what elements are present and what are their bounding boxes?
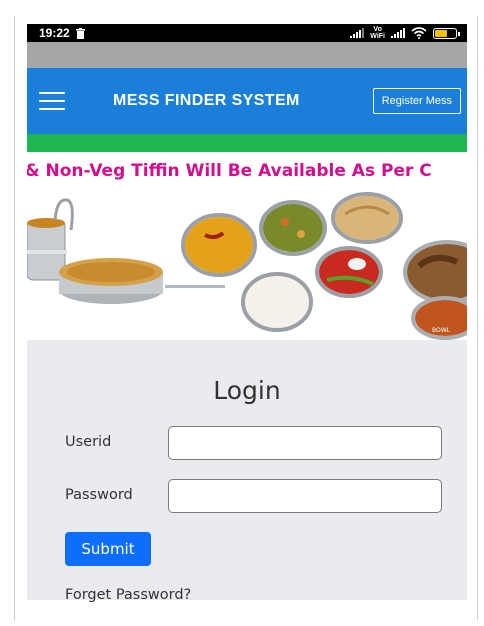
bowl-label: BOWL bbox=[432, 327, 451, 334]
status-left: 19:22 bbox=[39, 26, 85, 40]
userid-label: Userid bbox=[65, 434, 112, 450]
signal-icon bbox=[350, 28, 365, 38]
phone-screen: 19:22 Vo WiFi MESS FINDER SYSTEM Registe… bbox=[27, 24, 467, 620]
menu-icon[interactable] bbox=[39, 92, 65, 110]
battery-icon bbox=[433, 27, 460, 39]
brand-title[interactable]: MESS FINDER SYSTEM bbox=[113, 92, 300, 110]
marquee-text: i & Non-Veg Tiffin Will Be Available As … bbox=[27, 161, 432, 181]
phone-frame: 19:22 Vo WiFi MESS FINDER SYSTEM Registe… bbox=[14, 16, 478, 620]
userid-input[interactable] bbox=[168, 426, 442, 460]
green-strip bbox=[27, 134, 467, 152]
login-title: Login bbox=[213, 376, 281, 405]
wifi-icon bbox=[411, 27, 427, 39]
tiffin-food-illustration: BOWL bbox=[27, 192, 467, 340]
announcement-marquee: i & Non-Veg Tiffin Will Be Available As … bbox=[27, 152, 467, 190]
signal-icon-2 bbox=[391, 28, 405, 38]
status-time: 19:22 bbox=[39, 26, 70, 40]
forget-password-link[interactable]: Forget Password? bbox=[65, 587, 191, 603]
food-banner-image: BOWL bbox=[27, 190, 467, 340]
vowifi-icon: Vo WiFi bbox=[370, 26, 385, 40]
register-mess-button[interactable]: Register Mess bbox=[372, 88, 461, 114]
trash-icon bbox=[75, 27, 85, 39]
password-label: Password bbox=[65, 487, 133, 503]
status-right: Vo WiFi bbox=[350, 26, 460, 40]
navbar: MESS FINDER SYSTEM Register Mess bbox=[27, 68, 467, 134]
login-form: Login Userid Password Submit Forget Pass… bbox=[27, 340, 467, 603]
password-input[interactable] bbox=[168, 479, 442, 513]
submit-button[interactable]: Submit bbox=[65, 532, 151, 566]
address-bar-strip bbox=[27, 42, 467, 68]
status-bar: 19:22 Vo WiFi bbox=[27, 24, 467, 42]
